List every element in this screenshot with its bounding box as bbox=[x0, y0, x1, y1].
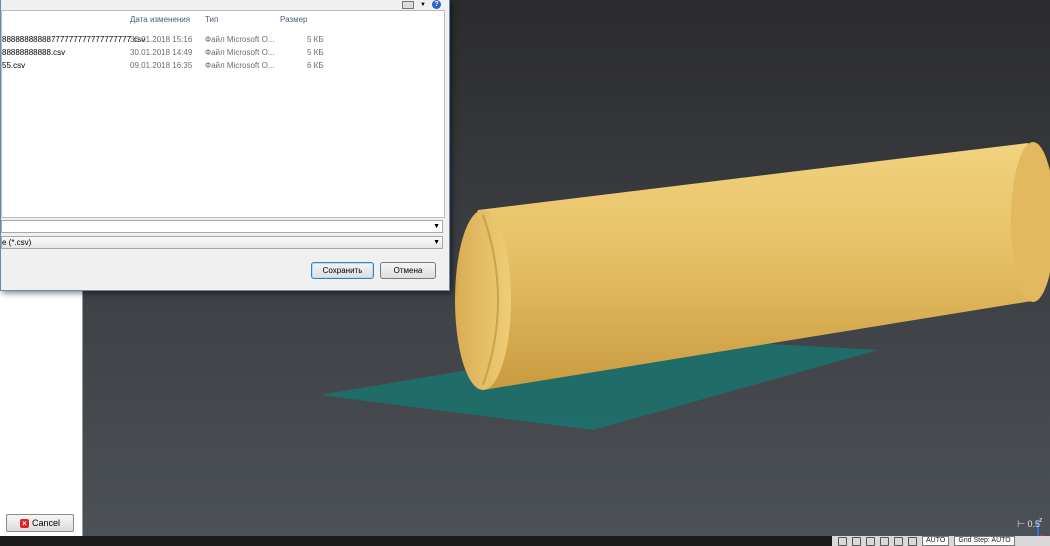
chevron-down-icon[interactable]: ▼ bbox=[420, 2, 426, 8]
file-type: Файл Microsoft O... bbox=[205, 61, 275, 70]
column-header-date[interactable]: Дата изменения bbox=[130, 15, 190, 24]
layer-icon[interactable] bbox=[908, 536, 917, 546]
view-options-icon[interactable] bbox=[402, 0, 415, 9]
mode-select[interactable]: AUTO bbox=[922, 536, 950, 546]
file-date: 30.01.2018 15:16 bbox=[130, 35, 193, 44]
scale-indicator: ⊢ 0.5 bbox=[1017, 519, 1040, 530]
file-name: 88888888888777777777777777777.csv bbox=[2, 35, 146, 44]
cancel-button-label: Cancel bbox=[31, 518, 60, 528]
filter-icon[interactable] bbox=[838, 536, 847, 546]
save-button[interactable]: Сохранить bbox=[311, 262, 374, 279]
column-header-type[interactable]: Тип bbox=[205, 15, 218, 24]
file-row[interactable]: 55.csv 09.01.2018 16:35 Файл Microsoft O… bbox=[2, 61, 442, 74]
file-type: Файл Microsoft O... bbox=[205, 48, 275, 57]
cancel-button[interactable]: × Cancel bbox=[6, 514, 74, 532]
file-size: 5 КБ bbox=[307, 35, 324, 44]
filetype-value: e (*.csv) bbox=[2, 238, 32, 247]
help-icon[interactable]: ? bbox=[432, 0, 441, 9]
status-toolbar: AUTO Grid Step: AUTO bbox=[832, 536, 1050, 546]
file-row[interactable]: 88888888888777777777777777777.csv 30.01.… bbox=[2, 35, 442, 48]
chevron-down-icon[interactable]: ▼ bbox=[433, 221, 440, 232]
scale-arrow-icon: ⊢ bbox=[1017, 519, 1028, 529]
cylinder-near-cap bbox=[455, 210, 511, 390]
column-header-size[interactable]: Размер bbox=[280, 15, 308, 24]
grid-step-label[interactable]: Grid Step: AUTO bbox=[954, 536, 1015, 546]
ortho-icon[interactable] bbox=[894, 536, 903, 546]
file-list[interactable]: Дата изменения Тип Размер 88888888888777… bbox=[1, 10, 445, 218]
file-type: Файл Microsoft O... bbox=[205, 35, 275, 44]
file-name: 88888888888.csv bbox=[2, 48, 66, 57]
filetype-select[interactable]: e (*.csv) ▼ bbox=[1, 236, 443, 249]
file-date: 09.01.2018 16:35 bbox=[130, 61, 193, 70]
filename-input[interactable]: ▼ bbox=[1, 220, 443, 233]
target-icon[interactable] bbox=[852, 536, 861, 546]
file-name: 55.csv bbox=[2, 61, 26, 70]
file-date: 30.01.2018 14:49 bbox=[130, 48, 193, 57]
close-icon: × bbox=[19, 518, 29, 528]
save-file-dialog: ▼ ? Дата изменения Тип Размер 8888888888… bbox=[0, 0, 450, 291]
dialog-cancel-button[interactable]: Отмена bbox=[380, 262, 436, 279]
snap-icon[interactable] bbox=[866, 536, 875, 546]
file-size: 6 КБ bbox=[307, 61, 324, 70]
scale-value: 0.5 bbox=[1027, 519, 1040, 529]
chevron-down-icon[interactable]: ▼ bbox=[433, 237, 440, 248]
file-size: 5 КБ bbox=[307, 48, 324, 57]
file-row[interactable]: 88888888888.csv 30.01.2018 14:49 Файл Mi… bbox=[2, 48, 442, 61]
dialog-toolbar: ▼ ? bbox=[361, 0, 449, 9]
grid-icon[interactable] bbox=[880, 536, 889, 546]
